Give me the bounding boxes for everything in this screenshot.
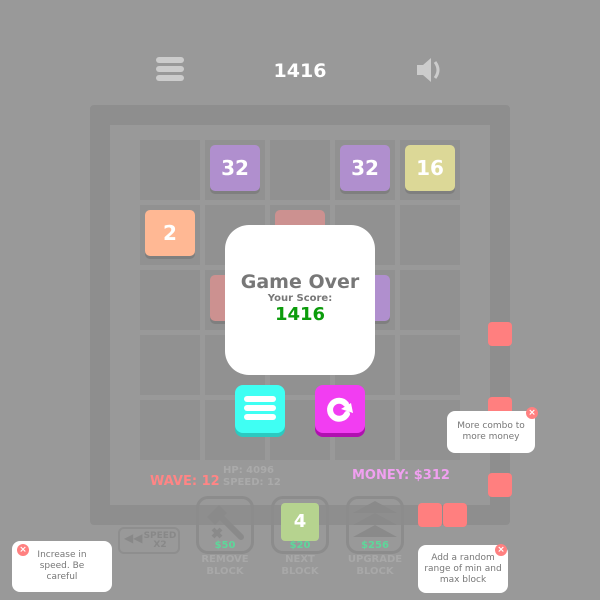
- restart-button[interactable]: [315, 385, 365, 433]
- board-cell[interactable]: [140, 400, 200, 460]
- close-icon[interactable]: ×: [17, 544, 29, 556]
- remove-price: $50: [214, 540, 236, 551]
- board-cell[interactable]: [140, 335, 200, 395]
- hp-label: HP: 4096: [223, 465, 275, 476]
- number-tile[interactable]: 2: [145, 210, 195, 256]
- number-tile[interactable]: 32: [340, 145, 390, 191]
- enemy-block: [443, 503, 467, 527]
- sound-button[interactable]: [415, 56, 445, 84]
- enemy-block: [488, 473, 512, 497]
- next-block-tile: 4: [281, 503, 319, 541]
- speed-x2-button[interactable]: ◀◀ SPEED X2: [118, 527, 180, 554]
- board-cell[interactable]: [140, 140, 200, 200]
- upgrade-price: $256: [361, 540, 389, 551]
- menu-icon: [156, 57, 184, 81]
- dialog-subtitle: Your Score:: [267, 293, 333, 304]
- next-price: $20: [289, 540, 311, 551]
- score-display: 1416: [273, 60, 327, 82]
- rewind-icon: ◀◀: [124, 531, 143, 545]
- enemy-block: [418, 503, 442, 527]
- enemy-block: [488, 322, 512, 346]
- close-icon[interactable]: ×: [495, 544, 507, 556]
- board-cell[interactable]: [270, 140, 330, 200]
- number-tile[interactable]: 32: [210, 145, 260, 191]
- board-cell[interactable]: [400, 335, 460, 395]
- close-icon[interactable]: ×: [526, 407, 538, 419]
- upgrade-label: UPGRADE BLOCK: [347, 554, 403, 577]
- wave-label: WAVE: 12: [150, 474, 220, 489]
- number-tile[interactable]: 16: [405, 145, 455, 191]
- tooltip-combo: More combo to more money: [447, 411, 535, 453]
- speed-bar: [110, 505, 180, 525]
- speed-multiplier: X2: [153, 540, 167, 550]
- board-cell[interactable]: [400, 270, 460, 330]
- dialog-title: Game Over: [240, 271, 360, 293]
- menu-game-button[interactable]: [235, 385, 285, 433]
- next-label: NEXT BLOCK: [281, 554, 319, 577]
- board-cell[interactable]: [400, 205, 460, 265]
- game-over-dialog: Game Over Your Score: 1416: [225, 225, 375, 375]
- board-cell[interactable]: [140, 270, 200, 330]
- speed-label: SPEED: 12: [223, 477, 281, 488]
- hp-speed-label: HP: 4096 SPEED: 12: [223, 465, 323, 489]
- remove-label: REMOVE BLOCK: [201, 554, 249, 577]
- restart-icon: [327, 397, 353, 422]
- money-label: MONEY: $312: [352, 468, 450, 483]
- final-score: 1416: [274, 304, 326, 325]
- menu-button[interactable]: [156, 57, 184, 83]
- menu-icon: [244, 396, 276, 420]
- speaker-icon: [417, 58, 440, 82]
